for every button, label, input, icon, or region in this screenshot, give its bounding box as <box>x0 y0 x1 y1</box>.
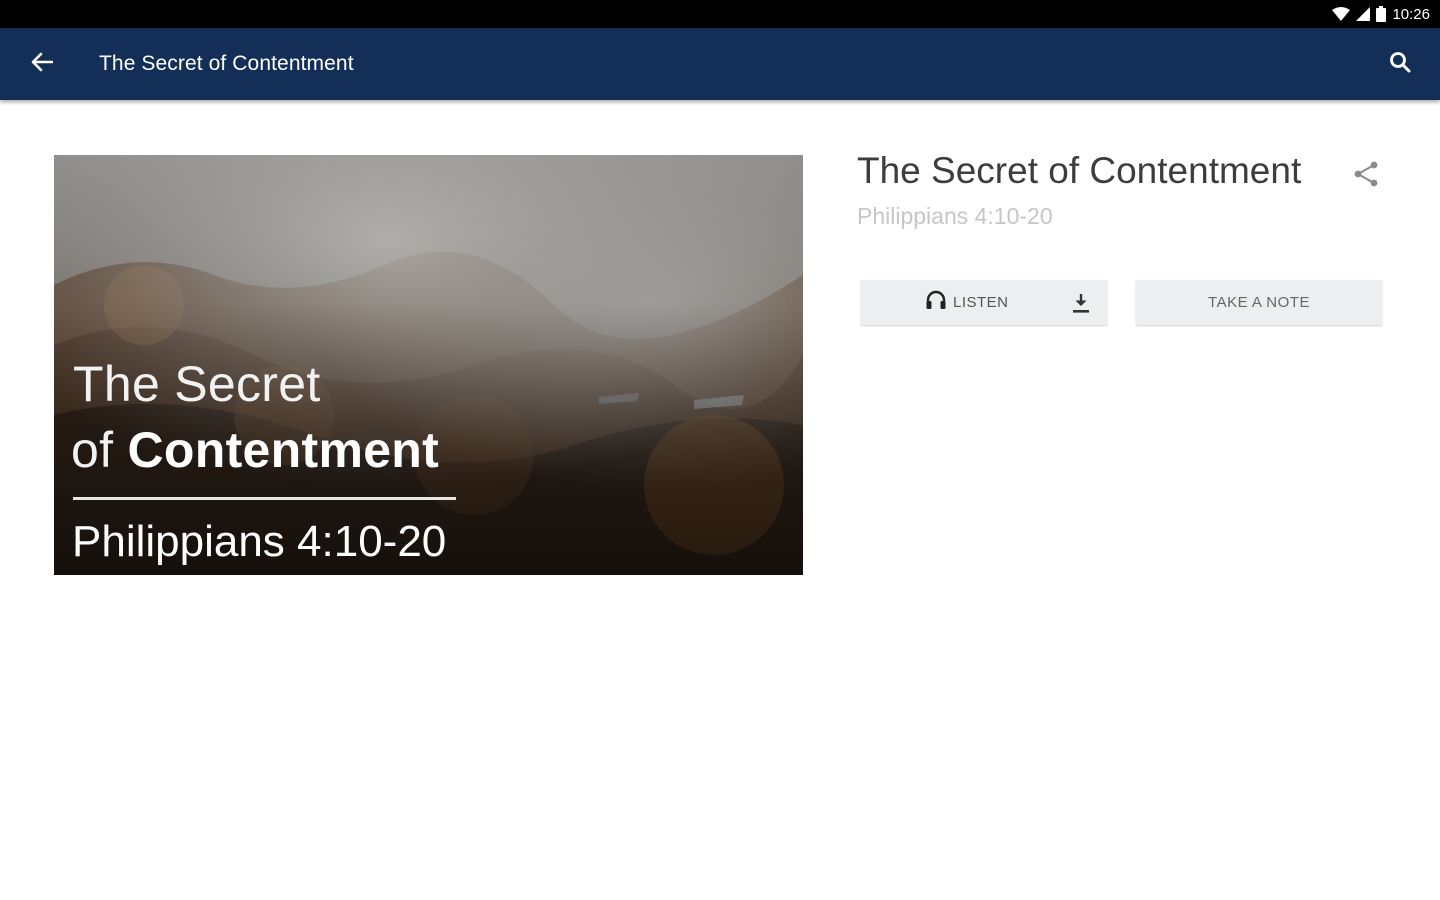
listen-label: LISTEN <box>953 294 1009 311</box>
artwork-title-line1: The Secret <box>73 356 321 412</box>
share-icon <box>1351 159 1381 194</box>
back-button[interactable] <box>22 44 62 84</box>
wifi-icon <box>1332 7 1351 21</box>
artwork-reference: Philippians 4:10-20 <box>72 517 447 566</box>
sermon-reference: Philippians 4:10-20 <box>857 203 1053 229</box>
sermon-artwork[interactable]: The Secret of Contentment Philippians 4:… <box>54 155 803 575</box>
artwork-divider <box>73 497 456 500</box>
headphones-icon <box>925 290 947 315</box>
search-button[interactable] <box>1380 44 1420 84</box>
status-bar: 10:26 <box>0 0 1440 28</box>
share-button[interactable] <box>1344 156 1388 196</box>
download-icon[interactable] <box>1069 291 1093 315</box>
search-icon <box>1389 51 1411 78</box>
take-a-note-label: TAKE A NOTE <box>1208 294 1310 311</box>
take-a-note-button[interactable]: TAKE A NOTE <box>1136 280 1382 325</box>
artwork-title-line2: of Contentment <box>71 421 439 479</box>
listen-button-content: LISTEN <box>925 280 1009 325</box>
artwork-title-prefix: of <box>71 422 128 478</box>
listen-button[interactable]: LISTEN <box>861 280 1107 325</box>
app-bar-title: The Secret of Contentment <box>99 52 354 75</box>
sermon-title: The Secret of Contentment <box>857 150 1302 191</box>
battery-icon <box>1376 6 1387 22</box>
cellular-signal-icon <box>1356 7 1371 21</box>
status-icons: 10:26 <box>1332 4 1430 24</box>
status-time: 10:26 <box>1392 5 1430 23</box>
app-bar: The Secret of Contentment <box>0 28 1440 100</box>
artwork-title-bold: Contentment <box>127 422 440 478</box>
arrow-back-icon <box>31 52 54 77</box>
